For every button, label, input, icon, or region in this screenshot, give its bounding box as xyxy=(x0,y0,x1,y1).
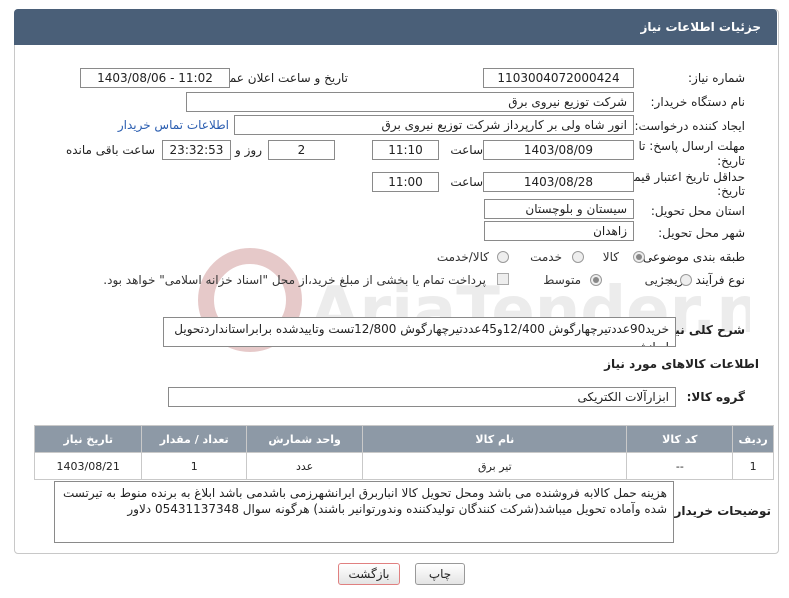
goods-section-title: اطلاعات کالاهای مورد نیاز xyxy=(604,357,759,371)
cell-need-date: 1403/08/21 xyxy=(33,452,143,480)
reply-time-field: 11:10 xyxy=(372,140,439,160)
purchase-type-radio-minor[interactable] xyxy=(680,274,692,286)
page-title: جزئیات اطلاعات نیاز xyxy=(640,20,761,34)
creator-field: انور شاه ولی بر کارپرداز شرکت توزیع نیرو… xyxy=(234,115,634,135)
purchase-type-medium-label: متوسط xyxy=(543,273,581,287)
buyer-notes-field: هزینه حمل کالابه فروشنده می باشد ومحل تح… xyxy=(54,481,674,543)
cell-row: 1 xyxy=(732,452,774,480)
col-goods-code: کد کالا xyxy=(626,425,734,453)
print-button[interactable]: چاپ xyxy=(415,563,465,585)
category-option-goods-service-label: کالا/خدمت xyxy=(436,250,489,264)
need-number-label: شماره نیاز: xyxy=(688,71,745,85)
treasury-payment-checkbox[interactable] xyxy=(497,273,509,285)
col-goods-name: نام کالا xyxy=(362,425,628,453)
goods-group-field: ابزارآلات الکتریکی xyxy=(168,387,676,407)
province-field: سیستان و بلوچستان xyxy=(484,199,634,219)
buyer-org-label: نام دستگاه خریدار: xyxy=(650,95,746,109)
goods-group-label: گروه کالا: xyxy=(686,390,745,404)
creator-label: ایجاد کننده درخواست: xyxy=(634,119,745,133)
table-row: 1403/08/21 1 عدد تیر برق -- 1 xyxy=(33,452,774,480)
purchase-type-radio-medium[interactable] xyxy=(590,274,602,286)
reply-deadline-date-label: تاریخ: xyxy=(717,154,745,168)
buyer-notes-label: توضیحات خریدار: xyxy=(669,504,771,518)
col-row: ردیف xyxy=(732,425,774,453)
price-validity-time-label: ساعت xyxy=(450,175,483,189)
days-label: روز و xyxy=(235,143,262,157)
category-option-goods-label: کالا xyxy=(602,250,619,264)
buyer-contact-link[interactable]: اطلاعات تماس خریدار xyxy=(118,118,229,132)
col-unit: واحد شمارش xyxy=(245,425,364,453)
reply-deadline-label: مهلت ارسال پاسخ: تا xyxy=(638,139,745,153)
cell-quantity: 1 xyxy=(141,452,247,480)
purchase-type-minor-label: جزیی xyxy=(644,273,672,287)
col-need-date: تاریخ نیاز xyxy=(33,425,143,453)
remaining-time-field: 23:32:53 xyxy=(162,140,231,160)
province-label: استان محل تحویل: xyxy=(650,204,745,218)
price-validity-date-field: 1403/08/28 xyxy=(483,172,634,192)
reply-time-label: ساعت xyxy=(450,143,483,157)
category-radio-goods-service[interactable] xyxy=(497,251,509,263)
goods-table: تاریخ نیاز تعداد / مقدار واحد شمارش نام … xyxy=(33,425,774,480)
col-quantity: تعداد / مقدار xyxy=(141,425,247,453)
remaining-days-field: 2 xyxy=(268,140,335,160)
reply-deadline-date-field: 1403/08/09 xyxy=(483,140,634,160)
city-field: زاهدان xyxy=(484,221,634,241)
table-header-row: تاریخ نیاز تعداد / مقدار واحد شمارش نام … xyxy=(33,425,774,453)
remaining-time-label: ساعت باقی مانده xyxy=(65,143,155,157)
need-number-field: 1103004072000424 xyxy=(483,68,634,88)
category-radio-goods[interactable] xyxy=(633,251,645,263)
price-validity-time-field: 11:00 xyxy=(372,172,439,192)
general-description-field: خرید90عددتیرچهارگوش 12/400و45عددتیرچهارگ… xyxy=(163,317,676,347)
announce-datetime-field: 1403/08/06 - 11:02 xyxy=(80,68,230,88)
back-button[interactable]: بازگشت xyxy=(338,563,400,585)
price-validity-date-label: تاریخ: xyxy=(717,184,745,198)
panel-header: جزئیات اطلاعات نیاز xyxy=(14,9,777,45)
cell-goods-code: -- xyxy=(626,452,734,480)
purchase-type-label: نوع فرآیند خرید : xyxy=(660,273,745,287)
category-label: طبقه بندی موضوعی: xyxy=(638,250,745,264)
treasury-payment-note: پرداخت تمام یا بخشی از مبلغ خرید،از محل … xyxy=(103,273,486,287)
cell-goods-name: تیر برق xyxy=(362,452,628,480)
cell-unit: عدد xyxy=(245,452,364,480)
city-label: شهر محل تحویل: xyxy=(658,226,745,240)
category-radio-service[interactable] xyxy=(572,251,584,263)
category-option-service-label: خدمت xyxy=(530,250,562,264)
buyer-org-field: شرکت توزیع نیروی برق xyxy=(186,92,634,112)
